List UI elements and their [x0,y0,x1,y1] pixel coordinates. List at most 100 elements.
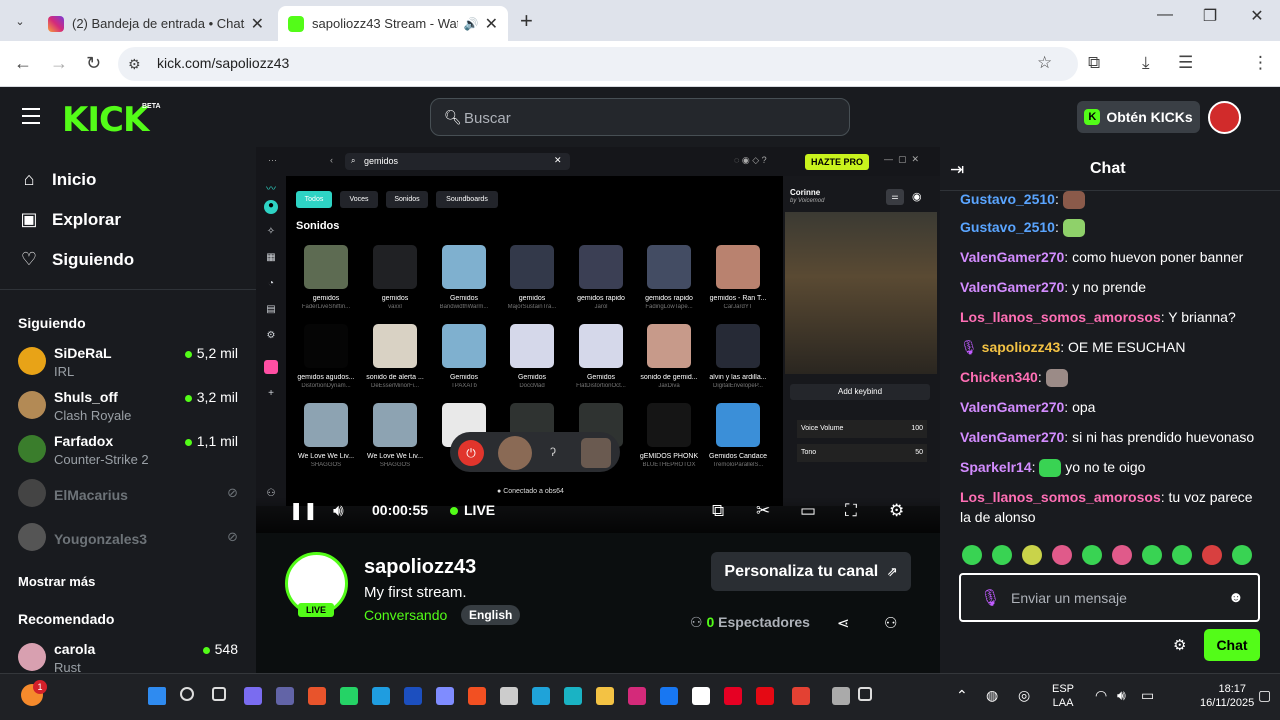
download-icon[interactable]: ⤓ [1142,53,1150,73]
chat-message[interactable]: ValenGamer270: si ni has prendido huevon… [960,427,1260,447]
whatsapp-icon[interactable] [340,687,358,705]
chat-message[interactable]: Sparkelr14: yo no te oigo [960,457,1260,478]
chat-message[interactable]: Gustavo_2510: [960,217,1260,238]
follow-icon[interactable]: ⚇ [884,614,897,632]
following-channel-row[interactable]: Yougonzales3 ⊘ [18,521,244,561]
volume-icon[interactable]: 🔊︎ [1117,687,1126,704]
netflix-icon[interactable] [756,687,774,705]
chat-username[interactable]: sapoliozz43 [982,339,1061,355]
kick-logo[interactable]: KICK [62,100,149,140]
back-icon[interactable]: ← [14,53,32,74]
pinterest-icon[interactable] [724,687,742,705]
chat-settings-icon[interactable]: ⚙ [1173,636,1186,654]
user-avatar[interactable] [1208,101,1241,134]
emote-icon[interactable] [1082,545,1102,565]
chrome-icon[interactable] [792,687,810,705]
close-tab-icon[interactable]: ✕ [251,14,264,34]
app-icon[interactable] [564,687,582,705]
copilot-icon[interactable] [244,687,262,705]
more-menu-icon[interactable]: ⋮ [1252,53,1269,73]
chat-username[interactable]: ValenGamer270 [960,279,1064,295]
tiktok-icon[interactable] [692,687,710,705]
battery-icon[interactable]: ▭ [1141,687,1154,704]
minimize-button[interactable]: — [1145,6,1185,24]
send-chat-button[interactable]: Chat [1204,629,1260,661]
notifications-icon[interactable]: ▢ [1258,687,1271,704]
language-tag[interactable]: English [461,605,521,625]
chat-message[interactable]: Los_llanos_somos_amorosos: Y brianna? [960,307,1260,327]
pause-button[interactable]: ❚❚ [289,501,318,521]
language-indicator[interactable]: ESP LAA [1052,682,1074,710]
tray-app-icon[interactable]: ◎ [1018,687,1030,704]
obs-icon[interactable] [832,687,850,705]
emote-icon[interactable] [1172,545,1192,565]
tray-app-icon[interactable]: ◍ [986,687,998,704]
brave-icon[interactable] [308,687,326,705]
media-control-icon[interactable]: ☰ [1178,53,1193,73]
chat-message[interactable]: Chicken340: [960,367,1260,388]
volume-icon[interactable]: 🔊︎ [333,501,344,521]
task-view-icon[interactable] [212,687,226,701]
emote-icon[interactable] [962,545,982,565]
emote-icon[interactable] [1232,545,1252,565]
more-icon[interactable] [858,687,872,701]
nav-following[interactable]: ♡ Siguiendo [18,249,134,270]
wifi-icon[interactable]: ◠ [1095,687,1107,704]
browser-tab-kick[interactable]: sapoliozz43 Stream - Watch 🔊 ✕ [278,6,508,41]
customize-channel-button[interactable]: Personaliza tu canal ⇗ [711,552,911,591]
chat-message[interactable]: Gustavo_2510: [960,189,1260,210]
chat-username[interactable]: Gustavo_2510 [960,219,1055,235]
chat-message[interactable]: ValenGamer270: y no prende [960,277,1260,297]
following-channel-row[interactable]: SiDeRaL IRL 5,2 mil [18,345,244,385]
chat-message[interactable]: Los_llanos_somos_amorosos: tu voz parece… [960,487,1260,527]
tray-chevron-icon[interactable]: ⌃ [956,687,968,704]
chat-username[interactable]: Los_llanos_somos_amorosos [960,489,1161,505]
chat-message[interactable]: ValenGamer270: como huevon poner banner [960,247,1260,267]
maximize-button[interactable]: ❐ [1190,6,1230,26]
chat-username[interactable]: Chicken340 [960,369,1038,385]
emote-icon[interactable] [1112,545,1132,565]
reload-icon[interactable]: ↻ [86,53,101,74]
mic-icon[interactable]: 🎙︎ [980,588,1000,608]
picture-in-picture-icon[interactable]: ⧉ [712,501,724,521]
app-icon[interactable] [372,687,390,705]
bookmark-star-icon[interactable]: ☆ [1037,53,1052,73]
menu-icon[interactable] [22,108,40,129]
tab-search-icon[interactable]: ⌄ [10,12,30,32]
edge-icon[interactable] [532,687,550,705]
close-window-button[interactable]: ✕ [1237,6,1277,26]
microsoft-store-icon[interactable] [468,687,486,705]
start-icon[interactable] [148,687,166,705]
get-kicks-button[interactable]: K Obtén KICKs [1077,101,1200,133]
extensions-icon[interactable]: ⧉ [1088,53,1100,73]
close-tab-icon[interactable]: ✕ [485,14,498,34]
libreoffice-icon[interactable] [404,687,422,705]
search-icon[interactable] [180,687,194,701]
nav-browse[interactable]: ▣ Explorar [18,209,121,230]
emote-icon[interactable] [1202,545,1222,565]
fullscreen-icon[interactable]: ⛶ [845,501,857,521]
stream-category[interactable]: Conversando [364,607,447,623]
following-channel-row[interactable]: ElMacarius ⊘ [18,477,244,517]
channel-name[interactable]: sapoliozz43 [364,556,476,579]
settings-icon[interactable]: ⚙ [889,501,904,521]
chat-username[interactable]: ValenGamer270 [960,399,1064,415]
facebook-icon[interactable] [660,687,678,705]
following-channel-row[interactable]: Farfadox Counter-Strike 2 1,1 mil [18,433,244,473]
chat-username[interactable]: Los_llanos_somos_amorosos [960,309,1161,325]
chat-username[interactable]: Gustavo_2510 [960,191,1055,207]
file-explorer-icon[interactable] [596,687,614,705]
emote-icon[interactable] [1052,545,1072,565]
chat-username[interactable]: ValenGamer270 [960,429,1064,445]
teams-icon[interactable] [276,687,294,705]
show-more-link[interactable]: Mostrar más [18,574,95,589]
clock[interactable]: 18:17 16/11/2025 [1200,682,1254,710]
chat-username[interactable]: Sparkelr14 [960,459,1032,475]
emoji-icon[interactable]: ☻ [1228,589,1244,606]
app-icon[interactable] [436,687,454,705]
emote-icon[interactable] [1022,545,1042,565]
audio-icon[interactable]: 🔊 [464,17,479,31]
new-tab-button[interactable]: + [520,8,533,34]
clip-icon[interactable]: ✂ [756,501,770,521]
browser-tab-instagram[interactable]: (2) Bandeja de entrada • Chats ✕ [38,6,274,41]
